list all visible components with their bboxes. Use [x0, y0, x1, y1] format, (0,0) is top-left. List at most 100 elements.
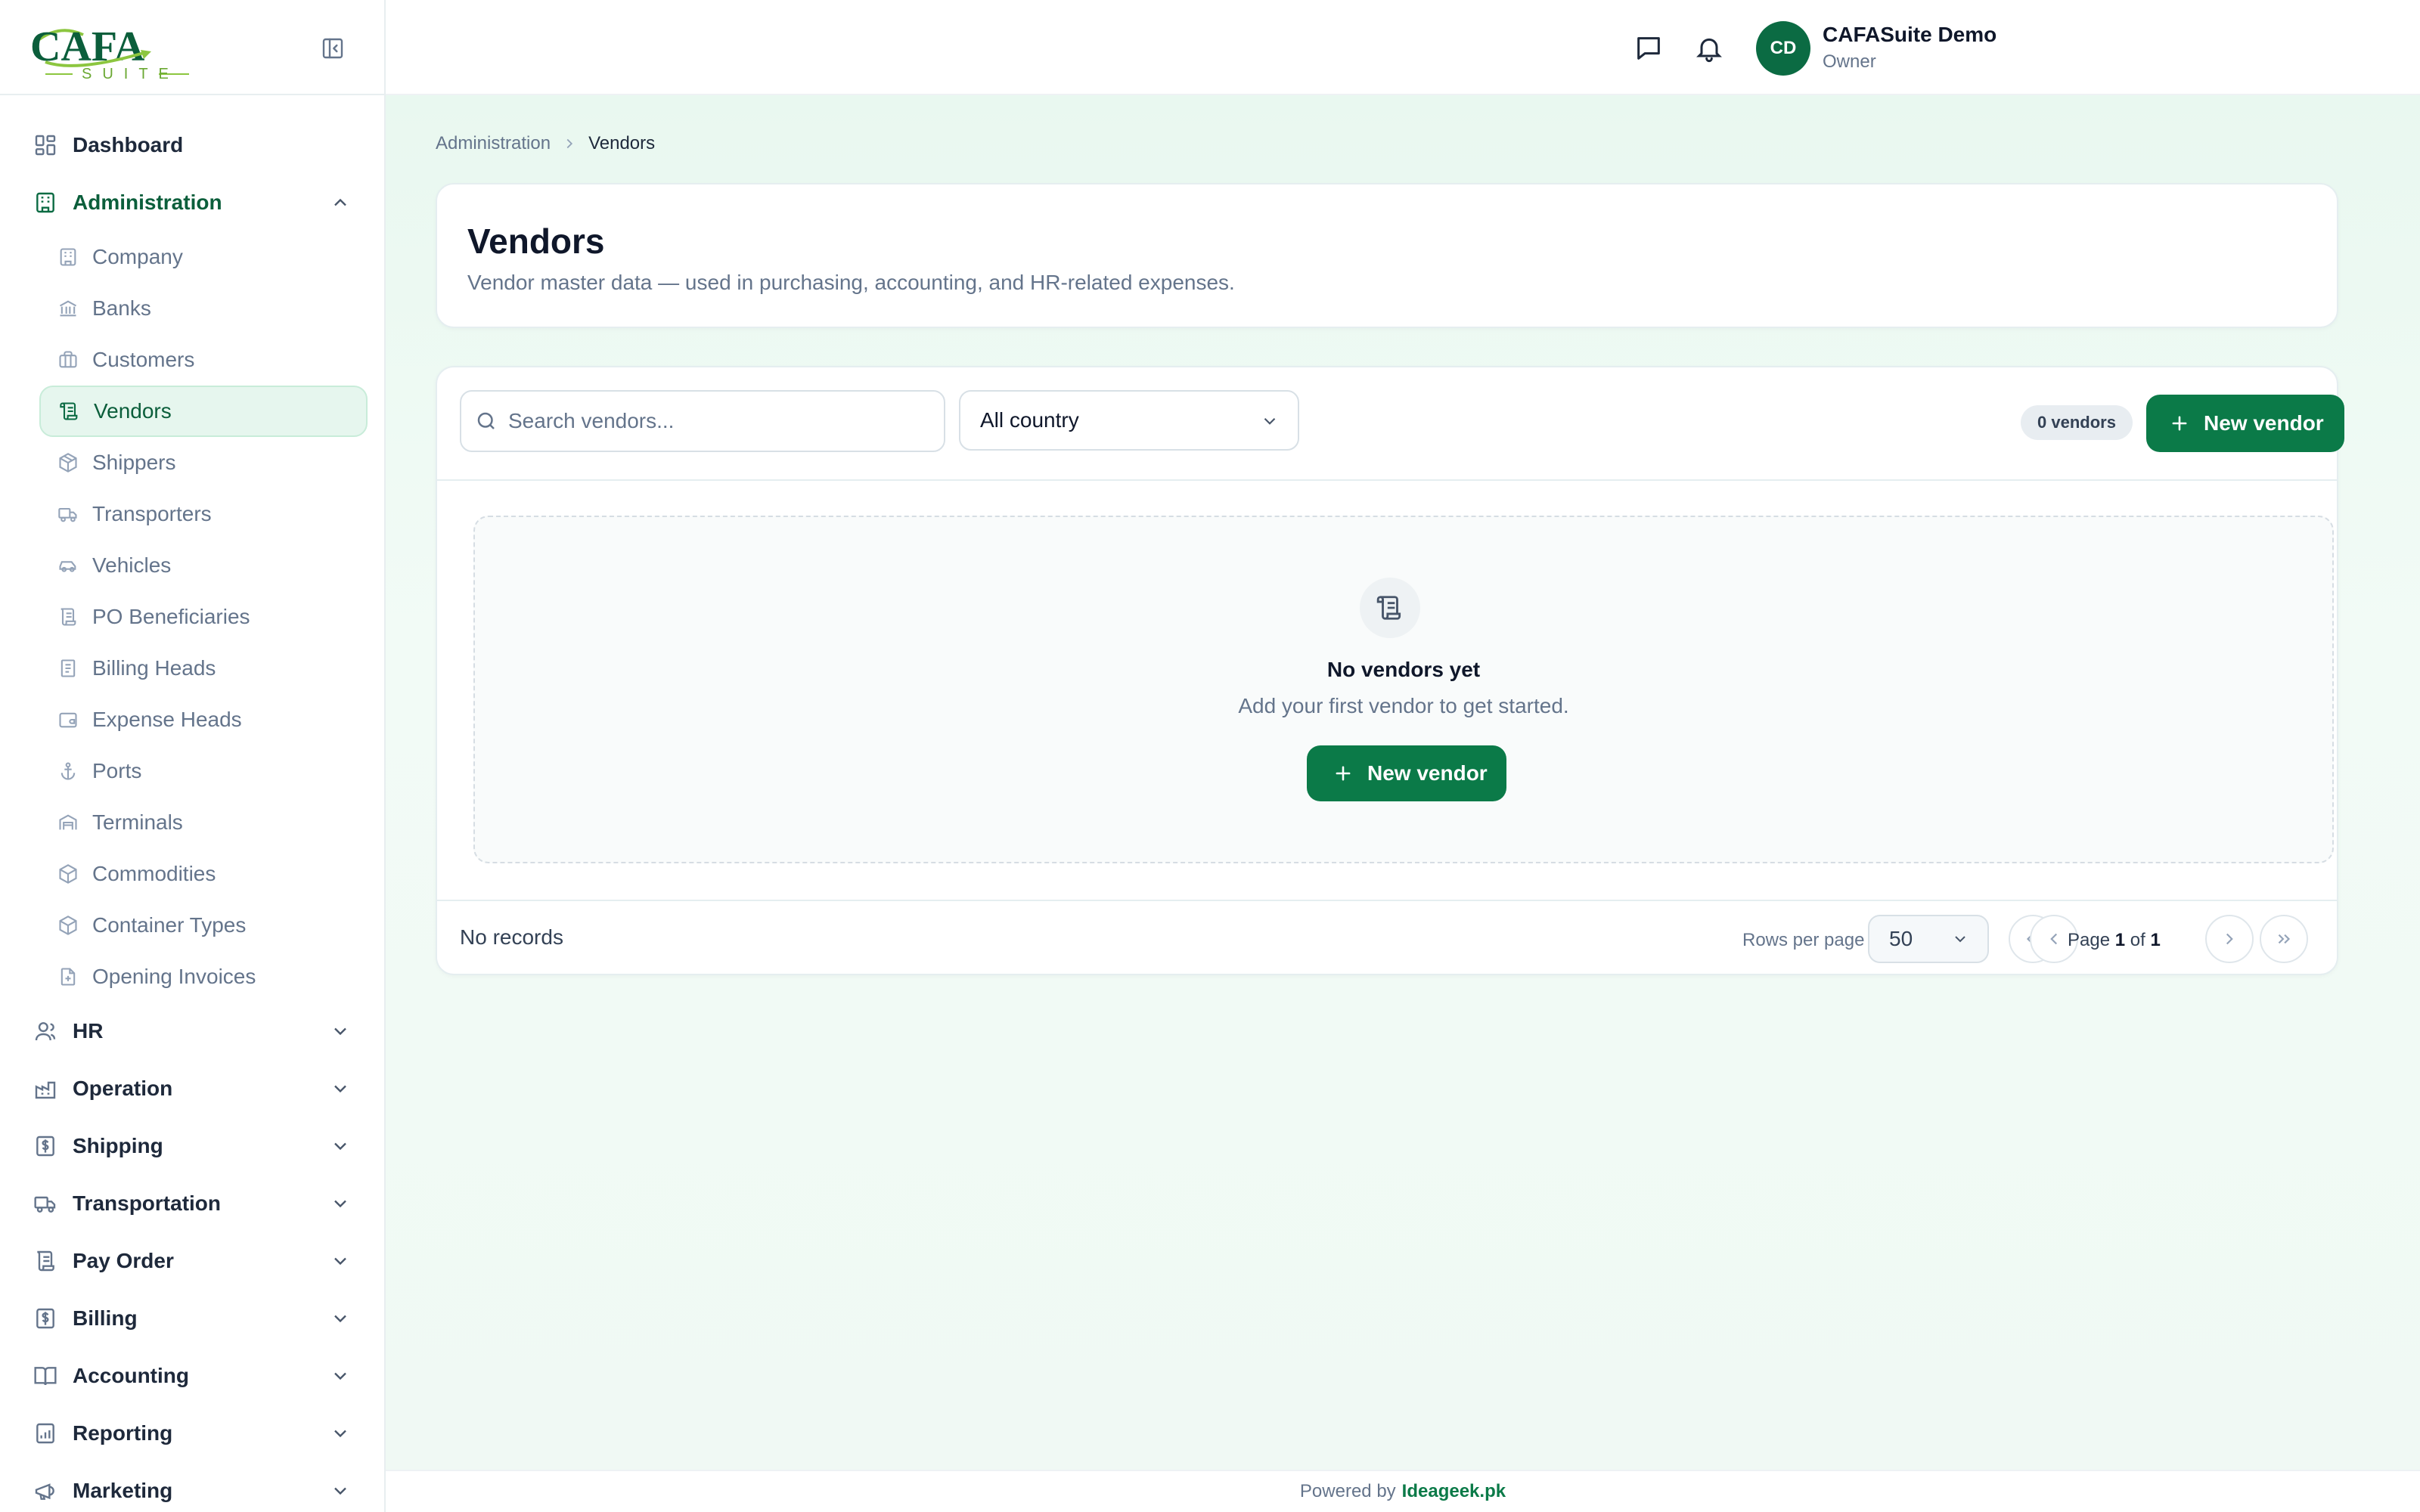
- page-subtitle: Vendor master data — used in purchasing,…: [467, 271, 1235, 294]
- administration-submenu: Company Banks Customers Vendors Shippers…: [0, 231, 384, 1002]
- sidebar-group-label: Billing: [73, 1306, 138, 1330]
- chevron-down-icon: [330, 1250, 351, 1272]
- page-current: 1: [2114, 930, 2126, 950]
- sidebar-group-operation[interactable]: Operation: [0, 1060, 384, 1117]
- page-of: of: [2130, 930, 2145, 950]
- chevron-down-icon: [1951, 930, 1969, 948]
- user-role: Owner: [1823, 51, 1876, 72]
- sidebar-item-po-beneficiaries[interactable]: PO Beneficiaries: [39, 591, 368, 643]
- cafa-suite-logo[interactable]: CAFA SUITE: [30, 17, 197, 80]
- bell-icon[interactable]: [1694, 33, 1724, 64]
- chevron-down-icon: [1260, 411, 1280, 431]
- factory-icon: [33, 1077, 57, 1101]
- sidebar-item-vendors[interactable]: Vendors: [39, 386, 368, 437]
- truck-icon: [33, 1191, 57, 1216]
- sidebar-group-label: Pay Order: [73, 1249, 174, 1272]
- sidebar-item-container-types[interactable]: Container Types: [39, 900, 368, 951]
- powered-by-link[interactable]: Ideageek.pk: [1402, 1481, 1506, 1502]
- dollar-doc-icon: [33, 1306, 57, 1331]
- sidebar-item-billing-heads[interactable]: Billing Heads: [39, 643, 368, 694]
- scroll-icon: [59, 401, 80, 422]
- empty-state: No vendors yet Add your first vendor to …: [473, 516, 2334, 863]
- chevron-up-icon: [330, 192, 351, 213]
- anchor-icon: [57, 761, 79, 782]
- sidebar-group-label: Administration: [73, 191, 222, 214]
- top-header: CD CAFASuite Demo Owner: [386, 0, 2420, 95]
- scroll-icon: [1376, 593, 1404, 622]
- empty-state-icon: [1360, 578, 1420, 638]
- sidebar-group-label: Reporting: [73, 1421, 173, 1445]
- search-icon: [475, 410, 498, 432]
- scroll-icon: [33, 1249, 57, 1273]
- chevron-down-icon: [330, 1193, 351, 1214]
- svg-text:SUITE: SUITE: [82, 66, 179, 80]
- sidebar-item-ports[interactable]: Ports: [39, 745, 368, 797]
- vendor-count-badge: 0 vendors: [2021, 405, 2133, 440]
- sidebar-item-label: Vehicles: [92, 553, 172, 577]
- next-page-button[interactable]: [2205, 915, 2254, 963]
- sidebar-group-label: Shipping: [73, 1134, 163, 1157]
- breadcrumb-current: Vendors: [588, 133, 656, 153]
- sidebar-nav: Dashboard Administration Company Banks C: [0, 95, 384, 1512]
- wallet-icon: [57, 709, 79, 730]
- sidebar-item-label: PO Beneficiaries: [92, 605, 250, 628]
- rows-per-page-select[interactable]: 50: [1868, 915, 1989, 963]
- warehouse-icon: [57, 812, 79, 833]
- search-input[interactable]: [508, 409, 932, 433]
- new-vendor-label: New vendor: [2204, 411, 2324, 435]
- new-vendor-button[interactable]: New vendor: [2146, 395, 2344, 452]
- megaphone-icon: [33, 1479, 57, 1503]
- country-filter-value: All country: [980, 408, 1079, 432]
- avatar[interactable]: CD: [1756, 21, 1810, 76]
- vendors-list-card: All country 0 vendors New vendor No vend…: [436, 366, 2344, 975]
- sidebar-group-label: Marketing: [73, 1479, 173, 1502]
- sidebar-item-label: Shippers: [92, 451, 176, 474]
- sidebar-group-marketing[interactable]: Marketing: [0, 1462, 384, 1512]
- sidebar-group-pay-order[interactable]: Pay Order: [0, 1232, 384, 1290]
- sidebar-item-terminals[interactable]: Terminals: [39, 797, 368, 848]
- sidebar-item-transporters[interactable]: Transporters: [39, 488, 368, 540]
- user-name[interactable]: CAFASuite Demo: [1823, 23, 1996, 47]
- sidebar-item-commodities[interactable]: Commodities: [39, 848, 368, 900]
- chevron-down-icon: [330, 1136, 351, 1157]
- sidebar-item-dashboard[interactable]: Dashboard: [0, 116, 384, 174]
- last-page-button[interactable]: [2260, 915, 2308, 963]
- truck-icon: [57, 503, 79, 525]
- sidebar-group-billing[interactable]: Billing: [0, 1290, 384, 1347]
- sidebar-item-label: Ports: [92, 759, 142, 782]
- rows-per-page-value: 50: [1889, 927, 1913, 950]
- sidebar-item-shippers[interactable]: Shippers: [39, 437, 368, 488]
- building-icon: [57, 246, 79, 268]
- chevron-right-icon: [561, 135, 578, 152]
- sidebar-item-label: Customers: [92, 348, 195, 371]
- sidebar-group-label: Accounting: [73, 1364, 189, 1387]
- sidebar-item-vehicles[interactable]: Vehicles: [39, 540, 368, 591]
- bank-icon: [57, 298, 79, 319]
- pagination-bar: No records Rows per page 50 Page 1 of 1: [437, 900, 2337, 974]
- country-filter-select[interactable]: All country: [959, 390, 1299, 451]
- sidebar-group-reporting[interactable]: Reporting: [0, 1405, 384, 1462]
- sidebar-item-expense-heads[interactable]: Expense Heads: [39, 694, 368, 745]
- breadcrumb-parent[interactable]: Administration: [436, 133, 551, 154]
- sidebar-item-opening-invoices[interactable]: Opening Invoices: [39, 951, 368, 1002]
- collapse-sidebar-icon[interactable]: [321, 36, 345, 60]
- empty-new-vendor-button[interactable]: New vendor: [1307, 745, 1506, 801]
- page-total: 1: [2150, 930, 2161, 950]
- sidebar-group-accounting[interactable]: Accounting: [0, 1347, 384, 1405]
- page-header-card: Vendors Vendor master data — used in pur…: [436, 183, 2338, 328]
- sidebar-item-company[interactable]: Company: [39, 231, 368, 283]
- sidebar-item-customers[interactable]: Customers: [39, 334, 368, 386]
- dollar-doc-icon: [33, 1134, 57, 1158]
- chevron-left-icon: [2044, 929, 2064, 949]
- messages-icon[interactable]: [1634, 33, 1664, 64]
- sidebar-item-banks[interactable]: Banks: [39, 283, 368, 334]
- sidebar-group-label: Operation: [73, 1077, 173, 1100]
- sidebar-group-hr[interactable]: HR: [0, 1002, 384, 1060]
- sidebar-group-shipping[interactable]: Shipping: [0, 1117, 384, 1175]
- search-box[interactable]: [460, 390, 945, 452]
- sidebar-group-transportation[interactable]: Transportation: [0, 1175, 384, 1232]
- receipt-icon: [57, 658, 79, 679]
- sidebar-item-label: Transporters: [92, 502, 212, 525]
- users-icon: [33, 1019, 57, 1043]
- sidebar-group-administration[interactable]: Administration: [0, 174, 384, 231]
